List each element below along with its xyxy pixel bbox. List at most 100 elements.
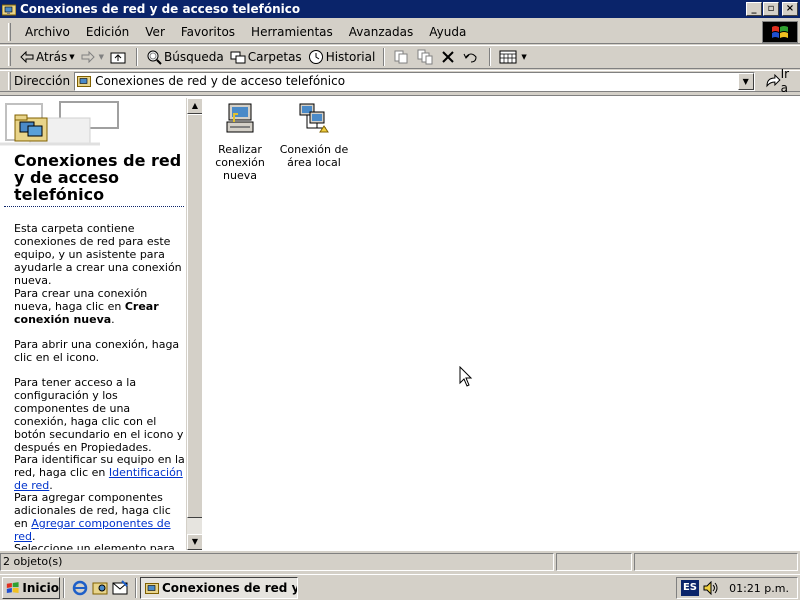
delete-button[interactable] [438,47,460,67]
explorer-icon[interactable] [92,580,108,596]
language-indicator[interactable]: ES [681,580,699,596]
taskbar: Inicio Conexiones de red y d... ES 01:21… [0,574,800,600]
system-tray: ES 01:21 p.m. [676,577,798,599]
toolbar-separator [489,48,492,66]
back-label: Atrás [36,50,68,64]
network-folder-icon [77,76,92,87]
undo-button[interactable] [460,47,484,67]
toolbar-grip[interactable] [8,48,11,66]
scroll-down-button[interactable]: ▼ [187,534,203,550]
quick-launch [68,579,132,596]
scroll-up-button[interactable]: ▲ [187,98,203,114]
menubar-grip[interactable] [8,22,11,41]
status-cell-3 [634,553,798,571]
lan-connection-label: Conexión de área local [279,143,349,169]
views-button[interactable]: ▼ [496,47,529,67]
history-icon [308,50,323,64]
mouse-pointer-icon [459,366,473,387]
lan-connection-item[interactable]: Conexión de área local [276,102,352,169]
go-label: Ir a [780,67,790,95]
menu-bar: Archivo Edición Ver Favoritos Herramient… [0,20,800,44]
delete-icon [442,51,455,63]
taskbar-window-label: Conexiones de red y d... [162,580,297,595]
web-view-pane: Conexiones de red y de acceso telefónico… [0,98,186,550]
maximize-button[interactable]: ▫ [763,2,779,16]
status-cell-2 [556,553,632,571]
minimize-button[interactable]: _ [746,2,762,16]
start-label: Inicio [22,580,59,595]
description-open: Para abrir una conexión, haga clic en el… [14,338,180,364]
copy-to-icon [417,49,433,65]
back-button[interactable]: Atrás ▼ [17,47,78,67]
up-folder-button[interactable] [107,47,131,67]
taskbar-window-button[interactable]: Conexiones de red y d... [140,576,298,599]
addressbar-grip[interactable] [8,72,11,90]
back-dropdown-icon[interactable]: ▼ [69,53,74,61]
folders-label: Carpetas [247,50,302,64]
menu-favoritos[interactable]: Favoritos [173,25,243,39]
folders-icon [230,51,246,64]
menu-ayuda[interactable]: Ayuda [421,25,474,39]
scroll-thumb[interactable] [187,114,203,518]
toolbar-separator [383,48,386,66]
description-intro: Esta carpeta contiene conexiones de red … [14,222,182,287]
clock[interactable]: 01:21 p.m. [729,582,789,595]
network-folder-icon [145,582,159,594]
menu-herramientas[interactable]: Herramientas [243,25,341,39]
copy-to-button[interactable] [414,47,438,67]
volume-icon[interactable] [703,581,719,595]
network-connections-folder-icon [14,114,48,142]
views-dropdown-icon[interactable]: ▼ [521,53,526,61]
start-button[interactable]: Inicio [2,576,60,599]
description-select: Seleccione un elemento para ver su descr… [14,542,175,550]
views-icon [499,50,517,64]
forward-dropdown-icon[interactable]: ▼ [99,53,104,61]
description-properties: Para tener acceso a la configuración y l… [14,376,184,454]
move-to-button[interactable] [390,47,414,67]
file-list-view: Realizar conexión nueva Conexión de área… [202,98,800,550]
menu-edicion[interactable]: Edición [78,25,137,39]
history-button[interactable]: Historial [305,47,379,67]
undo-icon [463,53,477,63]
internet-explorer-icon[interactable] [72,580,88,596]
status-object-count: 2 objeto(s) [0,553,554,571]
address-dropdown-icon[interactable]: ▼ [737,72,754,90]
windows-logo-icon [762,21,798,43]
history-label: Historial [325,50,376,64]
search-label: Búsqueda [164,50,224,64]
outlook-icon[interactable] [112,579,128,596]
content-area: Conexiones de red y de acceso telefónico… [0,95,800,551]
windows-flag-icon [6,581,19,593]
move-to-icon [394,50,408,64]
create-end: . [111,313,115,326]
address-label: Dirección [13,74,71,88]
description-identify: Para identificar su equipo en la red, ha… [14,453,186,492]
description-components: Para agregar componentes adicionales de … [14,491,186,543]
title-bar[interactable]: Conexiones de red y de acceso telefónico… [0,0,800,18]
close-button[interactable]: × [782,2,798,16]
network-folder-icon [2,4,16,16]
forward-button[interactable]: ▼ [78,47,107,67]
description-create: Para crear una conexión nueva, haga clic… [14,287,186,326]
search-icon [147,50,162,65]
new-connection-icon [226,103,254,133]
toolbar-separator [136,48,139,66]
new-connection-item[interactable]: Realizar conexión nueva [202,102,278,182]
status-bar: 2 objeto(s) [0,553,800,572]
folders-button[interactable]: Carpetas [227,47,305,67]
back-arrow-icon [20,51,34,63]
menu-ver[interactable]: Ver [137,25,173,39]
address-input[interactable]: Conexiones de red y de acceso telefónico… [74,71,755,91]
lan-connection-icon [299,103,329,133]
search-button[interactable]: Búsqueda [143,47,227,67]
menu-archivo[interactable]: Archivo [17,25,78,39]
standard-toolbar: Atrás ▼ ▼ Búsqueda Carpetas Historial ▼ [0,45,800,69]
folder-title: Conexiones de red y de acceso telefónico [14,151,182,204]
go-button[interactable]: Ir a [765,67,800,95]
add-network-components-link[interactable]: Agregar componentes de red [14,517,171,543]
new-connection-label: Realizar conexión nueva [215,143,265,182]
taskbar-separator [135,577,137,598]
menu-avanzadas[interactable]: Avanzadas [341,25,421,39]
left-pane-scrollbar[interactable]: ▲ ▼ [186,98,203,550]
taskbar-separator [63,577,65,598]
